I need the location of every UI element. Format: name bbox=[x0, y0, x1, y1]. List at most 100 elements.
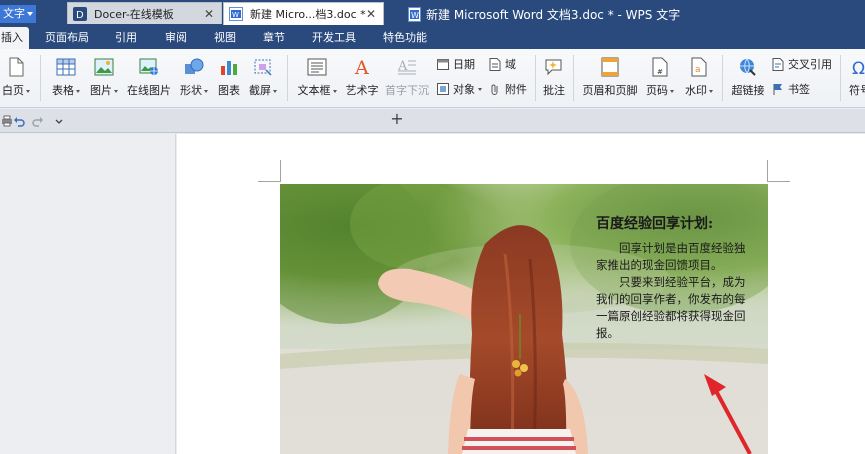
chart-label: 图表 bbox=[218, 84, 240, 97]
textbox-paragraph: 只要来到经验平台，成为我们的回享作者，你发布的每一篇原创经验都将获得现金回报。 bbox=[596, 275, 746, 340]
cross-reference-icon bbox=[771, 57, 785, 71]
app-menu-button[interactable]: 文字 bbox=[0, 5, 36, 23]
picture-button[interactable]: 图片 bbox=[86, 50, 122, 98]
online-picture-button[interactable]: 在线图片 bbox=[126, 50, 172, 98]
document-icon: W bbox=[408, 7, 421, 22]
chevron-down-icon[interactable] bbox=[52, 114, 66, 128]
floating-textbox[interactable]: 百度经验回享计划: 回享计划是由百度经验独家推出的现金回馈项目。 只要来到经验平… bbox=[596, 214, 756, 342]
crop-mark bbox=[258, 181, 280, 182]
page-number-label: 页码 bbox=[646, 84, 668, 97]
wordart-button[interactable]: A 艺术字 bbox=[343, 50, 381, 98]
bookmark-button[interactable]: 书签 bbox=[771, 81, 810, 97]
tab-insert[interactable]: 插入 bbox=[0, 27, 29, 49]
omega-icon: Ω bbox=[850, 57, 865, 77]
tab-review[interactable]: 审阅 bbox=[165, 27, 187, 49]
dropdown-arrow-icon bbox=[76, 89, 80, 93]
attachment-button[interactable]: 附件 bbox=[488, 81, 527, 97]
tab-page-layout[interactable]: 页面布局 bbox=[45, 27, 89, 49]
tab-docer-templates[interactable]: D Docer-在线模板 ✕ bbox=[67, 2, 222, 24]
tab-special-features[interactable]: 特色功能 bbox=[383, 27, 427, 49]
shape-icon bbox=[184, 57, 204, 77]
tab-docer-label: Docer-在线模板 bbox=[94, 7, 174, 21]
field-icon bbox=[488, 57, 502, 71]
calendar-icon bbox=[436, 57, 450, 71]
drop-cap-button[interactable]: A 首字下沉 bbox=[385, 50, 429, 98]
dropdown-arrow-icon bbox=[204, 89, 208, 93]
paperclip-icon bbox=[488, 82, 502, 96]
object-label: 对象 bbox=[453, 83, 475, 96]
comment-label: 批注 bbox=[543, 84, 565, 97]
close-icon[interactable]: ✕ bbox=[204, 7, 214, 21]
watermark-icon: a bbox=[689, 57, 709, 77]
page-number-icon: # bbox=[650, 57, 670, 77]
online-picture-icon bbox=[139, 57, 159, 77]
textbox-label: 文本框 bbox=[297, 84, 331, 97]
page-number-button[interactable]: # 页码 bbox=[642, 50, 678, 98]
doc-icon: W bbox=[229, 7, 243, 21]
chevron-down-icon bbox=[27, 12, 33, 16]
menu-bar: 插入 页面布局 引用 审阅 视图 章节 开发工具 特色功能 bbox=[0, 27, 865, 49]
tab-developer-tools[interactable]: 开发工具 bbox=[312, 27, 356, 49]
picture-label: 图片 bbox=[90, 84, 112, 97]
field-button[interactable]: 域 bbox=[488, 56, 516, 72]
drop-cap-icon: A bbox=[397, 57, 417, 77]
field-label: 域 bbox=[505, 58, 516, 71]
undo-icon[interactable] bbox=[12, 114, 26, 128]
table-icon bbox=[56, 57, 76, 77]
svg-text:W: W bbox=[232, 11, 239, 19]
header-footer-label: 页眉和页脚 bbox=[582, 84, 638, 97]
object-button[interactable]: 对象 bbox=[436, 81, 482, 97]
dropdown-arrow-icon bbox=[332, 89, 337, 93]
bookmark-flag-icon bbox=[771, 82, 785, 96]
svg-text:A: A bbox=[397, 59, 408, 74]
date-button[interactable]: 日期 bbox=[436, 56, 475, 72]
tab-section[interactable]: 章节 bbox=[263, 27, 285, 49]
svg-text:A: A bbox=[354, 57, 369, 77]
dropdown-arrow-icon bbox=[478, 87, 482, 91]
textbox-button[interactable]: 文本框 bbox=[294, 50, 340, 98]
shape-button[interactable]: 形状 bbox=[176, 50, 212, 98]
watermark-label: 水印 bbox=[685, 84, 707, 97]
symbol-button[interactable]: Ω 符号 bbox=[845, 50, 865, 98]
tab-document-label: 新建 Micro...档3.doc * bbox=[250, 8, 366, 21]
table-label: 表格 bbox=[52, 84, 74, 97]
screenshot-icon bbox=[253, 57, 273, 77]
new-tab-plus-icon[interactable]: + bbox=[390, 111, 404, 127]
comment-button[interactable]: 批注 bbox=[539, 50, 569, 98]
table-button[interactable]: 表格 bbox=[48, 50, 84, 98]
picture-icon bbox=[94, 57, 114, 77]
redo-icon[interactable] bbox=[31, 114, 45, 128]
header-footer-button[interactable]: 页眉和页脚 bbox=[582, 50, 638, 98]
screenshot-button[interactable]: 截屏 bbox=[245, 50, 281, 98]
date-label: 日期 bbox=[453, 58, 475, 71]
ribbon-separator bbox=[840, 55, 841, 101]
tab-references[interactable]: 引用 bbox=[115, 27, 137, 49]
ribbon-separator bbox=[40, 55, 41, 101]
shape-label: 形状 bbox=[180, 84, 202, 97]
blank-page-button[interactable]: 白页 bbox=[0, 50, 34, 98]
comment-icon bbox=[544, 57, 564, 77]
attachment-label: 附件 bbox=[505, 83, 527, 96]
ribbon-separator bbox=[287, 55, 288, 101]
tab-view[interactable]: 视图 bbox=[214, 27, 236, 49]
watermark-button[interactable]: a 水印 bbox=[681, 50, 717, 98]
wordart-icon: A bbox=[352, 57, 372, 77]
dropdown-arrow-icon bbox=[26, 89, 30, 93]
ribbon-separator bbox=[573, 55, 574, 101]
close-icon[interactable]: ✕ bbox=[366, 7, 376, 21]
window-title-text: 新建 Microsoft Word 文档3.doc * - WPS 文字 bbox=[426, 8, 681, 22]
tab-current-document[interactable]: W 新建 Micro...档3.doc * ✕ bbox=[223, 2, 384, 25]
ribbon-separator bbox=[722, 55, 723, 101]
document-tab-bar bbox=[0, 109, 865, 133]
svg-text:#: # bbox=[657, 68, 663, 76]
online-picture-label: 在线图片 bbox=[127, 84, 171, 97]
symbol-label: 符号 bbox=[849, 84, 865, 97]
cross-reference-button[interactable]: 交叉引用 bbox=[771, 56, 832, 72]
bookmark-label: 书签 bbox=[788, 83, 810, 96]
blank-page-icon bbox=[6, 57, 26, 77]
chart-button[interactable]: 图表 bbox=[215, 50, 243, 98]
globe-link-icon bbox=[738, 57, 758, 77]
svg-text:W: W bbox=[411, 11, 419, 20]
hyperlink-button[interactable]: 超链接 bbox=[728, 50, 768, 98]
svg-text:a: a bbox=[695, 65, 701, 75]
